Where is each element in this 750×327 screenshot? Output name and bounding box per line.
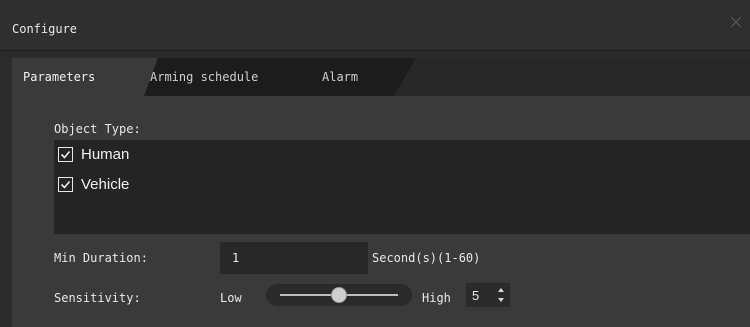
- min-duration-range-hint: Second(s)(1-60): [372, 251, 481, 265]
- min-duration-input[interactable]: [220, 242, 368, 274]
- window-titlebar: Configure: [0, 0, 750, 51]
- tab-parameters[interactable]: Parameters: [12, 58, 158, 96]
- checkmark-icon: [60, 180, 71, 189]
- spin-up-icon[interactable]: [496, 285, 506, 295]
- sensitivity-low-label: Low: [220, 291, 242, 305]
- slider-thumb[interactable]: [331, 287, 347, 303]
- min-duration-label: Min Duration:: [54, 251, 148, 265]
- vehicle-checkbox[interactable]: [58, 176, 73, 192]
- sensitivity-high-label: High: [422, 291, 451, 305]
- human-checkbox[interactable]: [58, 146, 73, 162]
- window-title: Configure: [12, 22, 78, 36]
- sensitivity-spinbox[interactable]: 5: [466, 283, 510, 307]
- spin-down-icon[interactable]: [496, 295, 506, 305]
- object-type-vehicle[interactable]: Vehicle: [58, 173, 129, 195]
- sensitivity-slider[interactable]: [266, 284, 412, 306]
- close-icon[interactable]: [728, 14, 744, 30]
- object-type-label: Object Type:: [54, 122, 141, 136]
- object-type-list: Human Vehicle: [54, 140, 750, 234]
- tab-arming-schedule[interactable]: Arming schedule: [138, 58, 300, 96]
- spin-arrows: [492, 283, 510, 307]
- parameters-panel: Object Type: Human Vehicle Min Duration:…: [12, 96, 750, 327]
- sensitivity-label: Sensitivity:: [54, 291, 141, 305]
- tab-bar: Parameters Arming schedule Alarm: [12, 58, 750, 96]
- sensitivity-value: 5: [472, 287, 480, 303]
- human-label: Human: [81, 145, 130, 163]
- tab-alarm-label: Alarm: [322, 70, 359, 84]
- dialog-body: Parameters Arming schedule Alarm Object …: [12, 58, 750, 327]
- vehicle-label: Vehicle: [81, 175, 130, 193]
- tab-parameters-label: Parameters: [23, 70, 96, 84]
- tab-arming-schedule-label: Arming schedule: [150, 70, 259, 84]
- object-type-human[interactable]: Human: [58, 143, 129, 165]
- checkmark-icon: [60, 150, 71, 159]
